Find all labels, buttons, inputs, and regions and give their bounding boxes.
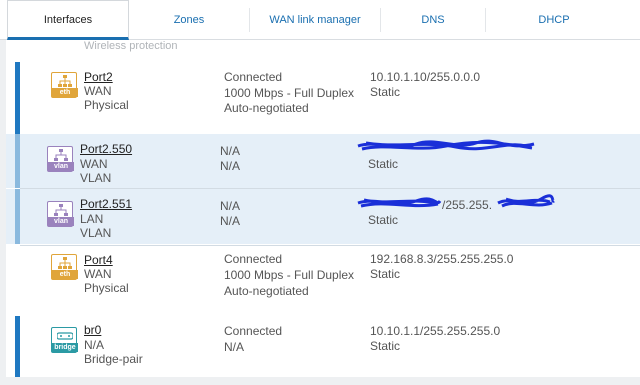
bridge-icon: bridge (51, 327, 78, 353)
interface-type: Physical (84, 98, 129, 112)
status-connection: N/A (220, 199, 241, 213)
redaction-scribble (357, 197, 442, 208)
tab-dns[interactable]: DNS (381, 0, 485, 40)
tab-zones[interactable]: Zones (129, 0, 249, 40)
vlan-tag: vlan (48, 217, 74, 226)
interface-name-link[interactable]: Port4 (84, 253, 113, 267)
table-row[interactable]: eth Port4 WAN Physical Connected 1000 Mb… (6, 246, 640, 314)
interface-zone: WAN (80, 157, 108, 171)
interface-type: VLAN (80, 226, 112, 240)
row-indicator (15, 62, 20, 134)
redaction-scribble (497, 194, 555, 208)
interfaces-list: Wireless protection eth Port2 WAN Physic… (6, 40, 640, 377)
interface-name-link[interactable]: br0 (84, 323, 101, 337)
ip-address: 10.10.1.10/255.0.0.0 (370, 70, 481, 84)
interface-name-link[interactable]: Port2.550 (80, 142, 132, 156)
row-indicator (15, 316, 20, 377)
tab-bar: Interfaces Zones WAN link manager DNS DH… (0, 0, 640, 40)
table-row[interactable]: vlan Port2.551 LAN VLAN N/A N/A /255.255… (6, 189, 640, 244)
ethernet-icon: eth (51, 254, 78, 280)
ip-address: 192.168.8.3/255.255.255.0 (370, 252, 514, 266)
status-negotiation: Auto-negotiated (224, 101, 309, 115)
ip-mode: Static (368, 157, 399, 171)
status-speed: N/A (220, 214, 241, 228)
tab-interfaces[interactable]: Interfaces (7, 0, 129, 40)
ethernet-tag: eth (52, 270, 78, 279)
ip-mode: Static (370, 85, 401, 99)
tab-dhcp[interactable]: DHCP (486, 0, 622, 40)
tab-wan-link-manager[interactable]: WAN link manager (250, 0, 380, 40)
ip-mode: Static (368, 213, 399, 227)
vlan-icon: vlan (47, 146, 74, 172)
interface-name-link[interactable]: Port2.551 (80, 197, 132, 211)
table-row[interactable]: bridge br0 N/A Bridge-pair Connected N/A… (6, 316, 640, 377)
status-connection: Connected (224, 70, 283, 84)
vlan-tag: vlan (48, 162, 74, 171)
wireless-protection-label: Wireless protection (84, 40, 178, 52)
bridge-tag: bridge (52, 343, 78, 352)
ip-mode: Static (370, 339, 401, 353)
row-indicator (15, 189, 20, 244)
interface-type: Physical (84, 281, 129, 295)
interface-type: VLAN (80, 171, 112, 185)
interface-zone: LAN (80, 212, 104, 226)
status-connection: N/A (220, 144, 241, 158)
ip-address: /255.255. (442, 198, 493, 212)
redaction-scribble (357, 139, 535, 151)
status-speed: 1000 Mbps - Full Duplex (224, 86, 355, 100)
interface-name-link[interactable]: Port2 (84, 70, 113, 84)
status-connection: Connected (224, 324, 283, 338)
table-row[interactable]: eth Port2 WAN Physical Connected 1000 Mb… (6, 60, 640, 134)
status-speed: N/A (224, 340, 245, 354)
ip-mode: Static (370, 267, 401, 281)
ethernet-icon: eth (51, 72, 78, 98)
table-row[interactable]: vlan Port2.550 WAN VLAN N/A N/A Static (6, 134, 640, 188)
interface-type: Bridge-pair (84, 352, 143, 366)
status-connection: Connected (224, 252, 283, 266)
interface-zone: N/A (84, 338, 105, 352)
vlan-icon: vlan (47, 201, 74, 227)
ip-address: 10.10.1.1/255.255.255.0 (370, 324, 501, 338)
row-indicator (15, 134, 20, 188)
interface-zone: WAN (84, 267, 112, 281)
ethernet-tag: eth (52, 88, 78, 97)
status-speed: 1000 Mbps - Full Duplex (224, 268, 355, 282)
status-speed: N/A (220, 159, 241, 173)
interface-zone: WAN (84, 84, 112, 98)
status-negotiation: Auto-negotiated (224, 284, 309, 298)
